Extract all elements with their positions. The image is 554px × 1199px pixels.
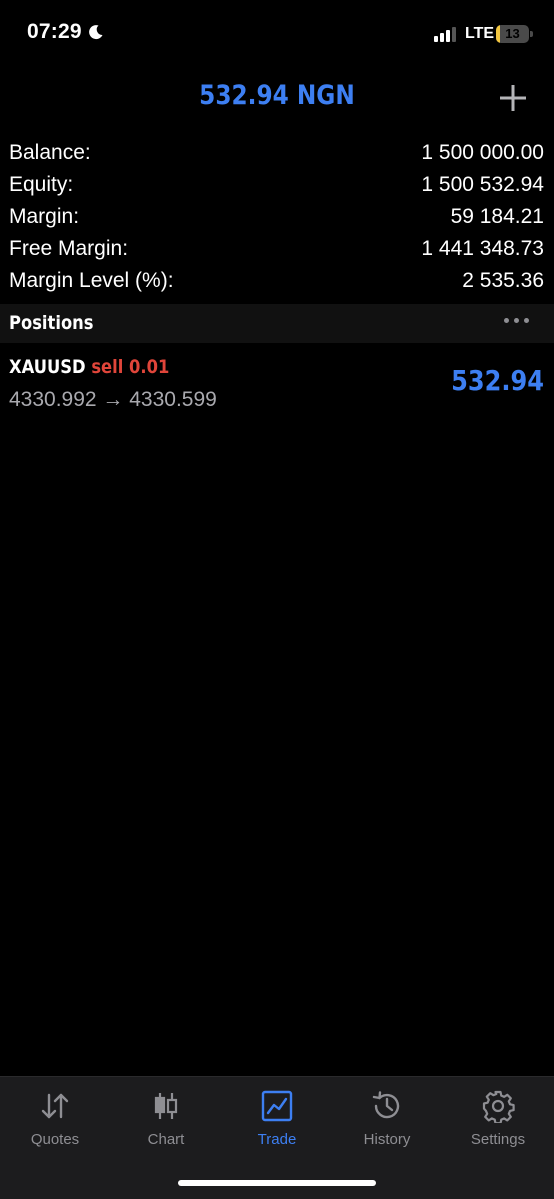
battery-icon: 13 bbox=[496, 25, 529, 43]
candlestick-icon bbox=[154, 1093, 178, 1119]
moon-icon bbox=[88, 25, 103, 40]
position-symbol: XAUUSD bbox=[9, 356, 86, 378]
tab-trade-label: Trade bbox=[257, 1131, 297, 1148]
margin-value: 59 184.21 bbox=[450, 205, 544, 228]
gear-icon bbox=[482, 1090, 515, 1123]
free-margin-label: Free Margin: bbox=[9, 237, 129, 260]
account-summary: Balance: 1 500 000.00 Equity: 1 500 532.… bbox=[0, 137, 554, 297]
history-clock-icon bbox=[372, 1091, 400, 1119]
margin-level-value: 2 535.36 bbox=[462, 269, 544, 292]
equity-row: Equity: 1 500 532.94 bbox=[0, 169, 554, 201]
tab-trade[interactable]: Trade bbox=[222, 1089, 332, 1159]
positions-header: Positions bbox=[0, 304, 554, 343]
position-profit: 532.94 bbox=[451, 364, 544, 397]
tab-history[interactable]: History bbox=[332, 1089, 442, 1159]
arrows-updown-icon bbox=[41, 1093, 69, 1119]
signal-icon bbox=[434, 26, 456, 42]
free-margin-row: Free Margin: 1 441 348.73 bbox=[0, 233, 554, 265]
clock-text: 07:29 bbox=[27, 20, 82, 43]
tab-chart[interactable]: Chart bbox=[111, 1089, 221, 1159]
margin-label: Margin: bbox=[9, 205, 80, 228]
tab-settings[interactable]: Settings bbox=[443, 1089, 553, 1159]
position-row[interactable]: XAUUSD sell 0.01 4330.992 → 4330.599 532… bbox=[0, 350, 554, 420]
margin-level-row: Margin Level (%): 2 535.36 bbox=[0, 265, 554, 297]
tab-quotes-label: Quotes bbox=[30, 1131, 80, 1148]
tab-history-label: History bbox=[363, 1131, 411, 1148]
trade-screen: 07:29 LTE 13 532.94 NGN Balance: 1 500 0… bbox=[0, 0, 554, 1199]
plus-icon[interactable] bbox=[497, 82, 529, 114]
status-bar: 07:29 LTE 13 bbox=[0, 0, 554, 70]
balance-value: 1 500 000.00 bbox=[421, 141, 544, 164]
tab-settings-label: Settings bbox=[470, 1131, 526, 1148]
more-icon[interactable] bbox=[504, 318, 529, 323]
header: 532.94 NGN bbox=[0, 70, 554, 126]
equity-value: 1 500 532.94 bbox=[421, 173, 544, 196]
equity-label: Equity: bbox=[9, 173, 74, 196]
profit-title: 532.94 NGN bbox=[199, 80, 355, 111]
tab-quotes[interactable]: Quotes bbox=[0, 1089, 110, 1159]
battery-tip bbox=[530, 31, 533, 37]
battery-level: 13 bbox=[505, 26, 520, 41]
position-prices: 4330.992 → 4330.599 bbox=[9, 388, 217, 411]
position-side: sell 0.01 bbox=[91, 356, 170, 378]
balance-label: Balance: bbox=[9, 141, 91, 164]
balance-row: Balance: 1 500 000.00 bbox=[0, 137, 554, 169]
free-margin-value: 1 441 348.73 bbox=[421, 237, 544, 260]
status-time: 07:29 bbox=[27, 20, 104, 44]
network-type: LTE bbox=[465, 25, 495, 42]
tab-chart-label: Chart bbox=[147, 1131, 185, 1148]
home-indicator[interactable] bbox=[178, 1180, 376, 1186]
positions-title: Positions bbox=[9, 312, 94, 334]
position-symbol-line: XAUUSD sell 0.01 bbox=[9, 356, 169, 378]
trade-chart-icon bbox=[261, 1090, 293, 1122]
margin-row: Margin: 59 184.21 bbox=[0, 201, 554, 233]
margin-level-label: Margin Level (%): bbox=[9, 269, 174, 292]
